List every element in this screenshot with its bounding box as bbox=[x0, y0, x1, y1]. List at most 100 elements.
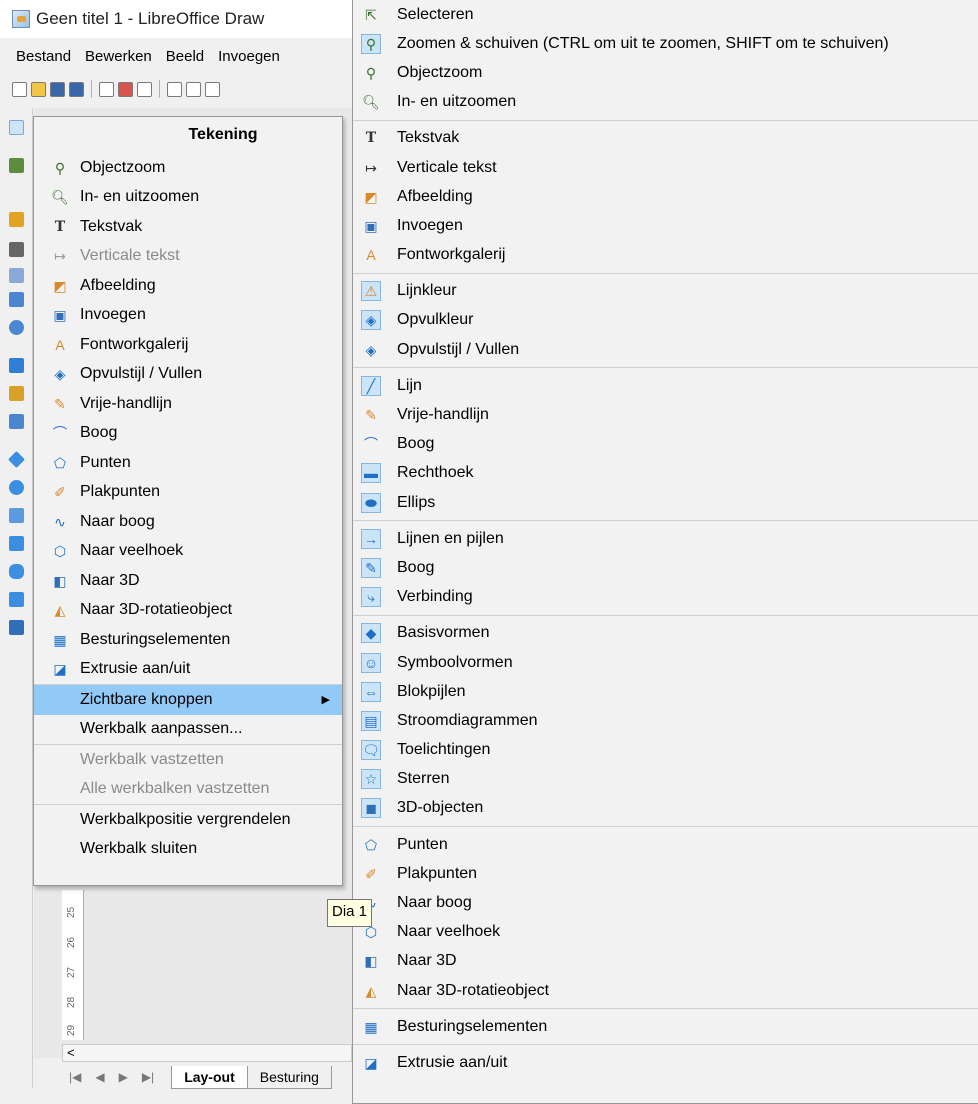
menu-item-points[interactable]: ⬠ Punten bbox=[353, 830, 978, 859]
menu-item-curve[interactable]: ✎ Boog bbox=[353, 553, 978, 582]
menu-item-insert[interactable]: ▣ Invoegen bbox=[353, 211, 978, 240]
menu-item-lines-arrows[interactable]: → Lijnen en pijlen bbox=[353, 524, 978, 553]
menu-item-zoom[interactable]: 🔍︎ In- en uitzoomen bbox=[353, 88, 978, 117]
menu-item-symbol-shapes[interactable]: ☺ Symboolvormen bbox=[353, 648, 978, 677]
line-icon[interactable] bbox=[9, 268, 24, 283]
fill-color-icon[interactable] bbox=[9, 242, 24, 257]
block-arrows-icon[interactable] bbox=[9, 508, 24, 523]
menu-item-fill-style[interactable]: ◈ Opvulstijl / Vullen bbox=[34, 360, 342, 390]
tab-layout[interactable]: Lay-out bbox=[171, 1065, 248, 1089]
menu-item-points[interactable]: ⬠ Punten bbox=[34, 448, 342, 478]
export-icon[interactable] bbox=[99, 81, 114, 97]
menu-item-freehand-line[interactable]: ✎ Vrije-handlijn bbox=[34, 389, 342, 419]
menu-item-zoom-pan[interactable]: ⚲ Zoomen & schuiven (CTRL om uit te zoome… bbox=[353, 29, 978, 58]
save-icon[interactable] bbox=[50, 81, 65, 97]
menu-item-glue-points[interactable]: ✐ Plakpunten bbox=[34, 478, 342, 508]
menu-item-stars[interactable]: ☆ Sterren bbox=[353, 765, 978, 794]
menu-item-image[interactable]: ◩ Afbeelding bbox=[353, 182, 978, 211]
3d-objects-icon[interactable] bbox=[9, 620, 24, 635]
menu-item-callouts[interactable]: 🗨︎ Toelichtingen bbox=[353, 736, 978, 765]
menu-item-curve[interactable]: ⌒ Boog bbox=[353, 430, 978, 459]
menu-item-objectzoom[interactable]: ⚲ Objectzoom bbox=[34, 153, 342, 183]
export-pdf-icon[interactable] bbox=[118, 81, 133, 97]
menu-item-extrusion[interactable]: ◪ Extrusie aan/uit bbox=[353, 1048, 978, 1077]
menu-item-basic-shapes[interactable]: ◆ Basisvormen bbox=[353, 619, 978, 648]
menu-item-fontwork[interactable]: A Fontworkgalerij bbox=[34, 330, 342, 360]
menu-item-to-curve[interactable]: ∿Naar boog bbox=[34, 507, 342, 537]
menu-item-zoom[interactable]: 🔍︎ In- en uitzoomen bbox=[34, 183, 342, 213]
stars-icon[interactable] bbox=[9, 592, 24, 607]
menu-item-to-3d-rotation[interactable]: ◭ Naar 3D-rotatieobject bbox=[34, 596, 342, 626]
to-curve-icon: ∿ bbox=[54, 513, 66, 530]
menu-item-glue-points[interactable]: ✐ Plakpunten bbox=[353, 859, 978, 888]
freehand-line-icon[interactable] bbox=[9, 386, 24, 401]
menu-item-flowchart[interactable]: ▤ Stroomdiagrammen bbox=[353, 706, 978, 735]
menu-item-text-box[interactable]: T Tekstvak bbox=[353, 124, 978, 153]
lock-toolbar-position-menu-item[interactable]: Werkbalkpositie vergrendelen bbox=[34, 805, 342, 835]
save-as-icon[interactable] bbox=[69, 81, 84, 97]
menu-item-line-color[interactable]: ⚠ Lijnkleur bbox=[353, 277, 978, 306]
menu-item-3d-objects[interactable]: ◼ 3D-objecten bbox=[353, 794, 978, 823]
menu-bestand[interactable]: Bestand bbox=[16, 48, 71, 65]
menu-item-fontwork[interactable]: A Fontworkgalerij bbox=[353, 241, 978, 270]
callouts-icon[interactable] bbox=[9, 564, 24, 579]
menu-item-to-polygon[interactable]: ⬡ Naar veelhoek bbox=[353, 918, 978, 947]
ellipse-icon[interactable] bbox=[9, 320, 24, 335]
select-arrow-icon[interactable] bbox=[9, 120, 24, 135]
menu-item-select-arrow[interactable]: ⇱ Selecteren bbox=[353, 0, 978, 29]
menu-item-to-3d[interactable]: ◧ Naar 3D bbox=[34, 566, 342, 596]
flowchart-icon[interactable] bbox=[9, 536, 24, 551]
new-document-icon[interactable] bbox=[12, 81, 27, 97]
menu-item-connector[interactable]: ⤷ Verbinding bbox=[353, 583, 978, 612]
menu-item-vertical-text[interactable]: ↦ Verticale tekst bbox=[353, 153, 978, 182]
first-tab-icon[interactable]: |◀ bbox=[69, 1070, 81, 1084]
zoom-pan-icon[interactable] bbox=[9, 158, 24, 173]
menu-item-image[interactable]: ◩ Afbeelding bbox=[34, 271, 342, 301]
tab-controls[interactable]: Besturing bbox=[247, 1065, 332, 1089]
scroll-left-icon[interactable]: < bbox=[67, 1045, 75, 1060]
menu-item-ellipse[interactable]: ⬬ Ellips bbox=[353, 488, 978, 517]
close-toolbar-menu-item[interactable]: Werkbalk sluiten bbox=[34, 835, 342, 865]
menu-invoegen[interactable]: Invoegen bbox=[218, 48, 280, 65]
menu-item-to-3d-rotation[interactable]: ◭ Naar 3D-rotatieobject bbox=[353, 976, 978, 1005]
open-icon[interactable] bbox=[31, 81, 46, 97]
menu-item-to-3d[interactable]: ◧ Naar 3D bbox=[353, 947, 978, 976]
menu-item-label: Naar veelhoek bbox=[80, 542, 184, 560]
menu-item-fill-style[interactable]: ◈ Opvulstijl / Vullen bbox=[353, 335, 978, 364]
connector-icon[interactable] bbox=[9, 414, 24, 429]
menu-item-text-box[interactable]: T Tekstvak bbox=[34, 212, 342, 242]
menu-bewerken[interactable]: Bewerken bbox=[85, 48, 152, 65]
menu-separator bbox=[353, 1044, 978, 1046]
lines-arrows-icon[interactable] bbox=[9, 358, 24, 373]
menu-item-to-polygon[interactable]: ⬡ Naar veelhoek bbox=[34, 537, 342, 567]
last-tab-icon[interactable]: ▶| bbox=[142, 1070, 154, 1084]
next-tab-icon[interactable]: ▶ bbox=[119, 1070, 128, 1084]
menu-item-controls[interactable]: ▦ Besturingselementen bbox=[353, 1012, 978, 1041]
menu-item-insert[interactable]: ▣ Invoegen bbox=[34, 301, 342, 331]
menu-item-controls[interactable]: ▦ Besturingselementen bbox=[34, 625, 342, 655]
basic-shapes-icon[interactable] bbox=[8, 451, 25, 468]
menu-item-objectzoom[interactable]: ⚲ Objectzoom bbox=[353, 58, 978, 87]
menu-item-line[interactable]: ╱ Lijn bbox=[353, 371, 978, 400]
menu-item-freehand-line[interactable]: ✎ Vrije-handlijn bbox=[353, 400, 978, 429]
menu-item-extrusion[interactable]: ◪ Extrusie aan/uit bbox=[34, 655, 342, 685]
menu-item-to-curve[interactable]: ∿Naar boog bbox=[353, 888, 978, 917]
print-icon[interactable] bbox=[137, 81, 152, 97]
visible-buttons-menu-item[interactable]: Zichtbare knoppen ▶ bbox=[34, 685, 342, 715]
horizontal-scrollbar[interactable]: < bbox=[62, 1044, 352, 1062]
customize-toolbar-menu-item[interactable]: Werkbalk aanpassen... bbox=[34, 715, 342, 745]
line-color-icon[interactable] bbox=[9, 212, 24, 227]
rectangle-icon[interactable] bbox=[9, 292, 24, 307]
menu-item-fill-color[interactable]: ◈ Opvulkleur bbox=[353, 306, 978, 335]
copy-icon[interactable] bbox=[186, 81, 201, 97]
menu-item-rectangle[interactable]: ▬ Rechthoek bbox=[353, 459, 978, 488]
paste-icon[interactable] bbox=[205, 81, 220, 97]
menu-separator bbox=[353, 614, 978, 616]
menu-item-label: Invoegen bbox=[397, 216, 463, 234]
cut-icon[interactable] bbox=[167, 81, 182, 97]
menu-beeld[interactable]: Beeld bbox=[166, 48, 204, 65]
symbol-shapes-icon[interactable] bbox=[9, 480, 24, 495]
menu-item-curve[interactable]: ⌒ Boog bbox=[34, 419, 342, 449]
prev-tab-icon[interactable]: ◀ bbox=[95, 1070, 104, 1084]
menu-item-block-arrows[interactable]: ⇔ Blokpijlen bbox=[353, 677, 978, 706]
